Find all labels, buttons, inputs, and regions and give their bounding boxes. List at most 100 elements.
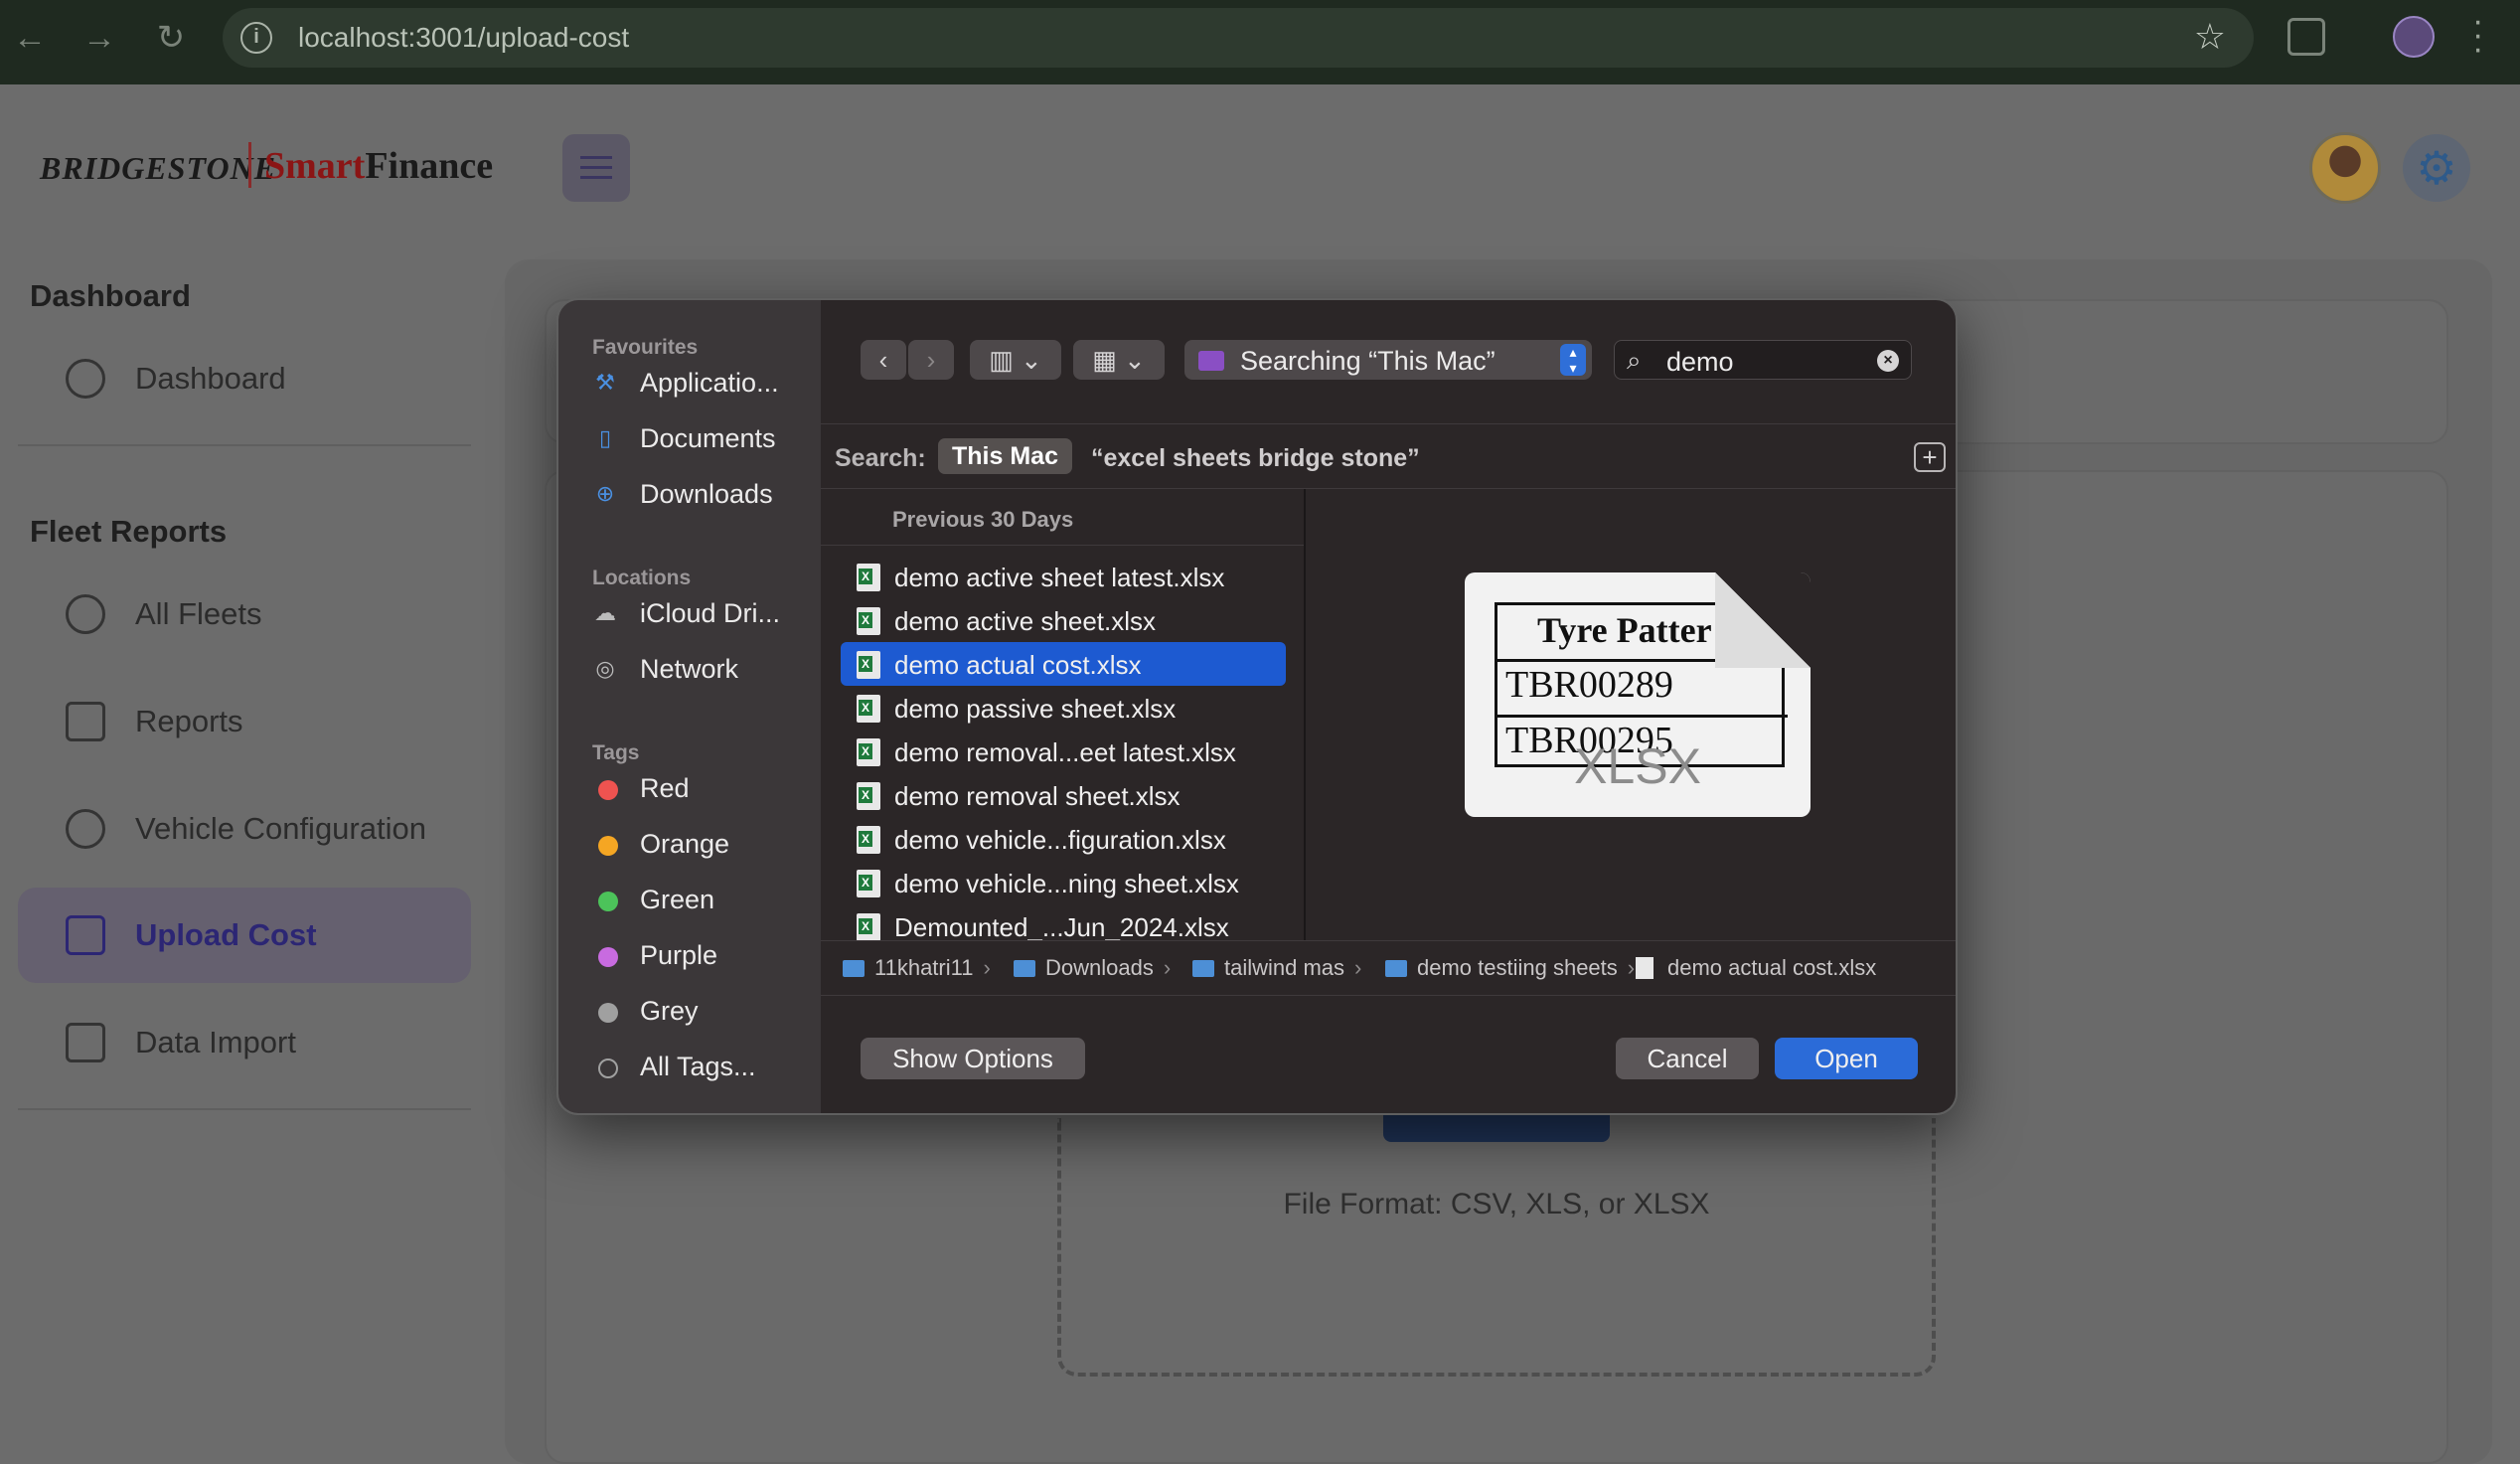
tag-red[interactable]: Red bbox=[592, 767, 811, 807]
sidebar-item-label: Documents bbox=[640, 423, 776, 453]
sidebar-item-label: All Fleets bbox=[135, 596, 262, 631]
list-header-divider bbox=[821, 545, 1304, 546]
sidebar-item-network[interactable]: ◎ Network bbox=[592, 648, 811, 688]
app-name-part2: Finance bbox=[365, 145, 494, 187]
site-info-icon[interactable]: i bbox=[240, 22, 272, 54]
cancel-button[interactable]: Cancel bbox=[1616, 1038, 1759, 1079]
sidebar-item-data-import[interactable]: Data Import bbox=[18, 995, 471, 1090]
tag-green[interactable]: Green bbox=[592, 879, 811, 918]
file-row[interactable]: demo active sheet latest.xlsx bbox=[841, 555, 1286, 598]
file-name: Demounted_...Jun_2024.xlsx bbox=[894, 912, 1229, 940]
search-input[interactable]: ⌕ demo × bbox=[1614, 340, 1912, 380]
xlsx-preview-thumbnail: Tyre Patter TBR00289 TBR00295 XLSX bbox=[1465, 572, 1811, 817]
file-name: demo actual cost.xlsx bbox=[894, 650, 1142, 680]
path-segment-label: tailwind mas bbox=[1224, 955, 1345, 980]
sidebar-item-downloads[interactable]: ⊕ Downloads bbox=[592, 473, 811, 513]
app-logo: SmartFinance bbox=[264, 144, 493, 188]
tag-label: Purple bbox=[640, 940, 718, 970]
settings-gear-icon[interactable]: ⚙ bbox=[2403, 134, 2470, 202]
path-segment-label: demo actual cost.xlsx bbox=[1667, 955, 1877, 980]
sidebar-item-label: Data Import bbox=[135, 1025, 296, 1059]
sidebar-item-label: Dashboard bbox=[135, 361, 286, 396]
sidebar-divider bbox=[18, 444, 471, 446]
file-preview-pane: Tyre Patter TBR00289 TBR00295 XLSX bbox=[1308, 489, 1956, 940]
add-criteria-icon[interactable]: + bbox=[1914, 442, 1946, 472]
preview-extension-label: XLSX bbox=[1574, 738, 1701, 794]
sidebar-item-applications[interactable]: ⚒ Applicatio... bbox=[592, 362, 811, 402]
tag-purple[interactable]: Purple bbox=[592, 934, 811, 974]
preview-row: TBR00289 bbox=[1505, 664, 1673, 706]
file-name: demo passive sheet.xlsx bbox=[894, 694, 1177, 724]
cloud-icon: ☁ bbox=[594, 600, 616, 625]
list-section-header: Previous 30 Days bbox=[892, 507, 1074, 532]
file-row[interactable]: demo vehicle...figuration.xlsx bbox=[841, 817, 1286, 861]
user-avatar[interactable] bbox=[2309, 132, 2381, 204]
gauge-icon bbox=[66, 594, 105, 634]
tag-dot-icon bbox=[598, 1003, 618, 1023]
sidebar-item-upload-cost[interactable]: Upload Cost bbox=[18, 888, 471, 983]
tag-dot-icon bbox=[598, 892, 618, 911]
show-options-button[interactable]: Show Options bbox=[861, 1038, 1085, 1079]
sidebar-item-icloud[interactable]: ☁ iCloud Dri... bbox=[592, 592, 811, 632]
browse-file-button[interactable] bbox=[1383, 1112, 1610, 1142]
search-value: demo bbox=[1666, 347, 1734, 377]
locations-heading: Locations bbox=[592, 567, 692, 589]
path-segment[interactable]: demo actual cost.xlsx bbox=[1636, 955, 1876, 981]
file-row[interactable]: demo removal...eet latest.xlsx bbox=[841, 730, 1286, 773]
open-button[interactable]: Open bbox=[1775, 1038, 1918, 1079]
file-row[interactable]: Demounted_...Jun_2024.xlsx bbox=[841, 904, 1286, 940]
sidebar-item-label: Downloads bbox=[640, 479, 773, 509]
bookmark-star-icon[interactable]: ☆ bbox=[2194, 16, 2226, 58]
file-name: demo active sheet latest.xlsx bbox=[894, 563, 1225, 592]
grid-view-icon[interactable]: ▦ ⌄ bbox=[1073, 340, 1165, 380]
brand-logo: BRIDGESTONE bbox=[40, 150, 277, 186]
file-row-selected[interactable]: demo actual cost.xlsx bbox=[841, 642, 1286, 686]
back-chevron-icon[interactable]: ‹ bbox=[861, 340, 906, 380]
clear-search-icon[interactable]: × bbox=[1877, 350, 1899, 372]
app-name-part1: Smart bbox=[264, 145, 366, 187]
path-segment[interactable]: Downloads › bbox=[1014, 955, 1171, 981]
scope-query[interactable]: “excel sheets bridge stone” bbox=[1091, 444, 1420, 473]
file-row[interactable]: demo removal sheet.xlsx bbox=[841, 773, 1286, 817]
search-folder-icon bbox=[1198, 351, 1224, 371]
file-row[interactable]: demo vehicle...ning sheet.xlsx bbox=[841, 861, 1286, 904]
column-view-icon[interactable]: ▥ ⌄ bbox=[970, 340, 1061, 380]
path-segment[interactable]: tailwind mas › bbox=[1192, 955, 1361, 981]
menu-toggle-button[interactable] bbox=[562, 134, 630, 202]
profile-avatar-icon[interactable] bbox=[2393, 16, 2435, 58]
scope-this-mac-chip[interactable]: This Mac bbox=[938, 438, 1072, 474]
location-selector[interactable]: Searching “This Mac” ▴ ▾ bbox=[1184, 340, 1592, 380]
extensions-icon[interactable] bbox=[2287, 18, 2325, 56]
tag-grey[interactable]: Grey bbox=[592, 990, 811, 1030]
file-row[interactable]: demo passive sheet.xlsx bbox=[841, 686, 1286, 730]
file-row[interactable]: demo active sheet.xlsx bbox=[841, 598, 1286, 642]
tag-all-tags[interactable]: All Tags... bbox=[592, 1046, 811, 1085]
forward-chevron-icon[interactable]: › bbox=[908, 340, 954, 380]
file-format-hint: File Format: CSV, XLS, or XLSX bbox=[1283, 1188, 1710, 1220]
tag-label: All Tags... bbox=[640, 1052, 756, 1081]
browser-menu-icon[interactable]: · · · bbox=[2472, 4, 2483, 66]
xlsx-file-icon bbox=[857, 826, 880, 854]
sidebar-item-documents[interactable]: ▯ Documents bbox=[592, 417, 811, 457]
tag-orange[interactable]: Orange bbox=[592, 823, 811, 863]
sidebar-item-vehicle-configuration[interactable]: Vehicle Configuration bbox=[18, 781, 471, 877]
back-arrow-icon[interactable]: ← bbox=[10, 18, 50, 58]
sidebar-item-label: Vehicle Configuration bbox=[135, 811, 426, 846]
folder-icon bbox=[1014, 960, 1035, 977]
path-segment[interactable]: 11khatri11 › bbox=[843, 955, 991, 981]
sidebar-divider bbox=[18, 1108, 471, 1110]
sidebar-item-dashboard[interactable]: Dashboard bbox=[18, 331, 471, 426]
upload-dropzone[interactable] bbox=[1057, 1118, 1936, 1377]
download-icon: ⊕ bbox=[595, 481, 615, 506]
tag-dot-icon bbox=[598, 780, 618, 800]
forward-arrow-icon[interactable]: → bbox=[79, 18, 119, 58]
search-scope-bar: Search: This Mac “excel sheets bridge st… bbox=[821, 423, 1956, 489]
address-bar[interactable]: i localhost:3001/upload-cost ☆ bbox=[223, 8, 2254, 68]
sidebar-item-all-fleets[interactable]: All Fleets bbox=[18, 567, 471, 662]
sidebar-item-reports[interactable]: Reports bbox=[18, 674, 471, 769]
file-list: Previous 30 Days demo active sheet lates… bbox=[821, 489, 1306, 940]
path-segment[interactable]: demo testiing sheets › bbox=[1385, 955, 1635, 981]
reload-icon[interactable]: ↻ bbox=[151, 18, 191, 58]
tag-label: Grey bbox=[640, 996, 699, 1026]
gear-icon bbox=[66, 809, 105, 849]
